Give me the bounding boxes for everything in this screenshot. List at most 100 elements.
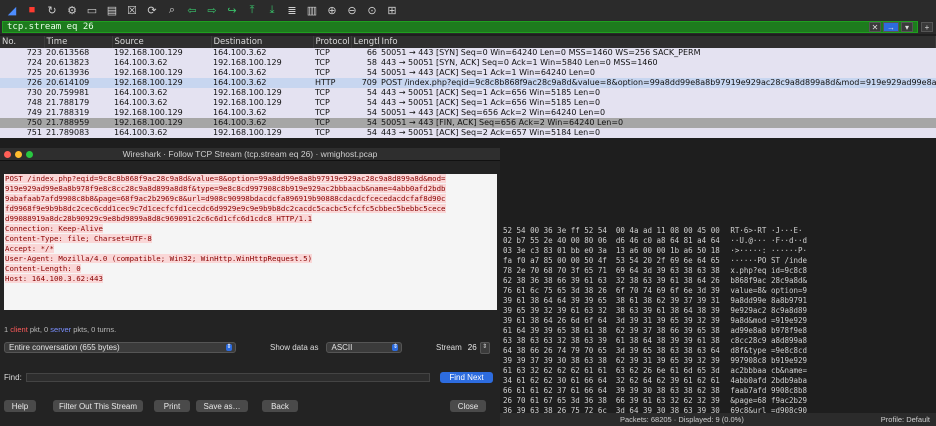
client-label: client [10,325,28,334]
print-button[interactable]: Print [154,400,190,412]
server-label: server [50,325,72,334]
filter-out-stream-button[interactable]: Filter Out This Stream [53,400,143,412]
close-file-icon[interactable]: ☒ [124,3,140,17]
show-data-as-select[interactable]: ASCII ⇕ [326,342,403,353]
packet-cell-src: 192.168.100.129 [112,68,211,78]
close-button[interactable]: Close [450,400,486,412]
conversation-select-value: Entire conversation (655 bytes) [9,343,120,352]
packet-cell-dst: 164.100.3.62 [211,78,313,88]
stream-label: Stream [436,343,462,352]
display-filter-input[interactable]: tcp.stream eq 26 ✕ → ▾ [2,21,918,33]
clear-filter-icon[interactable]: ✕ [869,22,881,32]
follow-tcp-stream-dialog: Wireshark · Follow TCP Stream (tcp.strea… [0,148,500,426]
packet-cell-len: 54 [351,108,379,118]
zoom-in-icon[interactable]: ⊕ [324,3,340,17]
stream-line-text: d99088919a8dc28b90929c9e8bd9899a8d8c9690… [5,214,313,223]
packet-cell-time: 20.613936 [44,68,112,78]
shark-fin-icon[interactable]: ◢ [4,3,20,17]
stop-icon[interactable]: ■ [24,3,40,17]
hex-ascii: d8f&type =9e8c8cd [730,346,808,355]
packet-cell-src: 164.100.3.62 [112,98,211,108]
options-gear-icon[interactable]: ⚙ [64,3,80,17]
go-first-icon[interactable]: ⤒ [244,3,260,17]
hex-bytes: 52 54 00 36 3e ff 52 54 00 4a ad 11 08 0… [503,226,720,235]
column-header-info[interactable]: Info [379,36,936,48]
save-as-button[interactable]: Save as… [196,400,248,412]
hex-ascii: 9a8dd99e 8a8b9791 [730,296,808,305]
packet-cell-len: 54 [351,68,379,78]
apply-filter-icon[interactable]: → [883,22,899,32]
packet-cell-src: 164.100.3.62 [112,128,211,138]
packet-cell-info: 443 → 50051 [ACK] Seq=1 Ack=656 Win=5185… [379,98,936,108]
restart-icon[interactable]: ↻ [44,3,60,17]
add-filter-button-icon[interactable]: + [921,22,933,32]
stream-line-text: User-Agent: Mozilla/4.0 (compatible; Win… [5,254,313,263]
hex-bytes: 03 3e c3 83 01 bb e0 3a 13 a6 00 00 1b a… [503,246,720,255]
stream-number-wrap: Stream 26 ⇕ [436,341,490,354]
save-icon[interactable]: ▤ [104,3,120,17]
column-header-time[interactable]: Time [44,36,113,48]
hex-bytes: 76 61 6c 75 65 3d 38 26 6f 70 74 69 6f 6… [503,286,720,295]
packet-row[interactable]: 730 20.759981 164.100.3.62 192.168.100.129 T… [0,88,936,98]
zoom-reset-icon[interactable]: ⊙ [364,3,380,17]
packet-row[interactable]: 748 21.788179 164.100.3.62 192.168.100.129 T… [0,98,936,108]
filter-dropdown-icon[interactable]: ▾ [901,22,913,32]
conversation-select[interactable]: Entire conversation (655 bytes) ⇕ [4,342,236,353]
packet-row[interactable]: 725 20.613936 192.168.100.129 164.100.3.62 T… [0,68,936,78]
stream-line: d99088919a8dc28b90929c9e8bd9899a8d8c9690… [4,214,497,224]
packet-cell-info: 50051 → 443 [SYN] Seq=0 Win=64240 Len=0 … [379,48,936,58]
find-next-button[interactable]: Find Next [440,371,493,383]
column-header-protocol[interactable]: Protocol [313,36,352,48]
display-filter-text[interactable]: tcp.stream eq 26 [7,22,94,32]
hex-ascii: 9a8d&mod =919e929 [730,316,808,325]
packet-cell-no: 724 [0,58,44,68]
packet-row[interactable]: 726 20.614109 192.168.100.129 164.100.3.62 H… [0,78,936,88]
back-button[interactable]: Back [262,400,298,412]
stream-stepper-icon[interactable]: ⇕ [479,341,490,354]
packet-bytes-pane[interactable]: 52 54 00 36 3e ff 52 54 00 4a ad 11 08 0… [500,226,830,415]
resize-columns-icon[interactable]: ⊞ [384,3,400,17]
packet-cell-proto: TCP [313,128,351,138]
profile-status[interactable]: Profile: Default [881,415,930,424]
help-button[interactable]: Help [4,400,36,412]
packet-row[interactable]: 750 21.788959 192.168.100.129 164.100.3.62 T… [0,118,936,128]
hex-row: 39 39 37 39 30 38 63 38 62 39 31 39 65 3… [500,356,830,366]
packet-row[interactable]: 724 20.613823 164.100.3.62 192.168.100.129 T… [0,58,936,68]
go-forward-icon[interactable]: ⇨ [204,3,220,17]
packet-row[interactable]: 749 21.788319 192.168.100.129 164.100.3.62 T… [0,108,936,118]
packet-row[interactable]: 751 21.789083 164.100.3.62 192.168.100.129 T… [0,128,936,138]
search-icon[interactable]: ⌕ [164,3,180,17]
packet-cell-info: 50051 → 443 [FIN, ACK] Seq=656 Ack=2 Win… [379,118,936,128]
column-header-length[interactable]: Length [351,36,380,48]
go-back-icon[interactable]: ⇦ [184,3,200,17]
hex-row: fa f0 a7 85 00 00 50 4f 53 54 20 2f 69 6… [500,256,830,266]
stream-line-text: Content-Type: file; Charset=UTF-8 [5,234,152,243]
hex-row: 02 b7 55 2e 40 00 80 06 d6 46 c0 a8 64 8… [500,236,830,246]
open-folder-icon[interactable]: ▭ [84,3,100,17]
column-header-source[interactable]: Source [112,36,212,48]
hex-bytes: 61 64 39 39 65 38 61 38 62 39 37 38 66 3… [503,326,720,335]
packet-cell-time: 21.788179 [44,98,112,108]
column-header-no[interactable]: No. [0,36,45,48]
reload-icon[interactable]: ⟳ [144,3,160,17]
packet-cell-time: 20.614109 [44,78,112,88]
zoom-out-icon[interactable]: ⊖ [344,3,360,17]
hex-bytes: 61 63 32 62 62 62 61 61 63 62 26 6e 61 6… [503,366,720,375]
go-last-icon[interactable]: ⤓ [264,3,280,17]
packet-cell-len: 54 [351,98,379,108]
chevron-updown-icon: ⇕ [226,344,232,351]
stream-content[interactable]: POST /index.php?eqid=9c8c8b868f9ac28c9a8… [4,174,497,310]
hex-ascii: RT·6>·RT ·J···E· [730,226,803,235]
stream-line-text: Connection: Keep-Alive [5,224,103,233]
stream-number-field[interactable]: 26 [468,343,477,352]
colorize-icon[interactable]: ▥ [304,3,320,17]
find-input[interactable] [26,372,430,382]
stream-line-text: 919e929ad99e8a8b978f9e8c8cc28c9a8d899a8d… [5,184,446,193]
stream-turns-summary: 1 client pkt, 0 server pkts, 0 turns. [4,325,116,334]
autoscroll-icon[interactable]: ≣ [284,3,300,17]
stream-line: 919e929ad99e8a8b978f9e8c8cc28c9a8d899a8d… [4,184,497,194]
packet-row[interactable]: 723 20.613568 192.168.100.129 164.100.3.62 T… [0,48,936,58]
column-header-destination[interactable]: Destination [211,36,314,48]
go-to-packet-icon[interactable]: ↪ [224,3,240,17]
hex-row: 39 65 39 32 39 61 63 32 38 63 39 61 38 6… [500,306,830,316]
